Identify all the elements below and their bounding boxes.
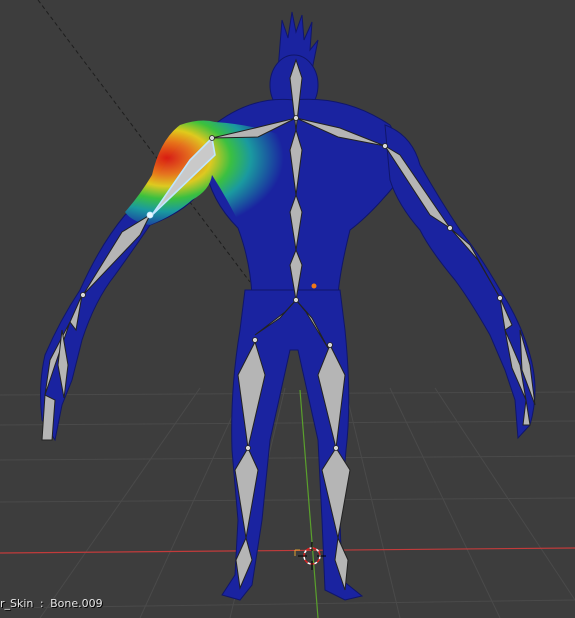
status-object-name: r_Skin [0,597,34,610]
active-object-status: r_Skin : Bone.009 [0,597,103,610]
status-separator: : [39,597,44,610]
status-bone-name: Bone.009 [50,597,103,610]
object-origin-icon[interactable] [311,283,317,289]
3d-viewport[interactable] [0,0,575,618]
